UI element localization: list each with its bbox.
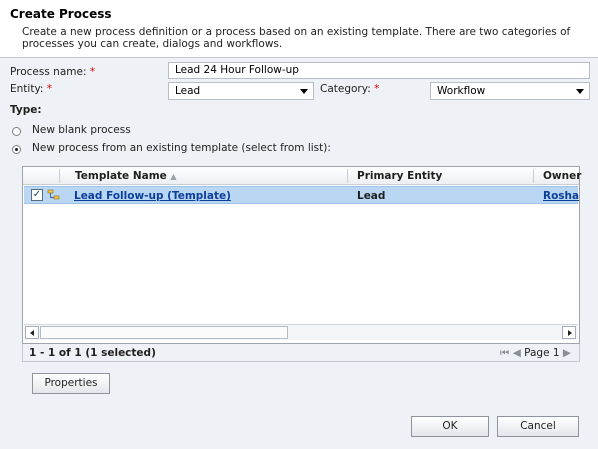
chevron-down-icon xyxy=(300,89,308,94)
entity-label: Entity: * xyxy=(10,83,53,95)
template-name-link[interactable]: Lead Follow-up (Template) xyxy=(74,190,231,202)
next-page-icon[interactable]: ▶ xyxy=(563,347,571,359)
selection-count: 1 - 1 of 1 (1 selected) xyxy=(29,347,156,359)
scroll-left-button[interactable] xyxy=(25,326,39,339)
type-label: Type: xyxy=(10,104,42,116)
column-header-template-name[interactable]: Template Name ▲ xyxy=(75,170,177,182)
dialog-header: Create Process Create a new process defi… xyxy=(0,0,598,58)
grid-header: Template Name ▲ Primary Entity Owner xyxy=(23,167,581,185)
arrow-right-icon xyxy=(568,330,572,336)
required-marker: * xyxy=(46,83,53,95)
primary-entity-cell: Lead xyxy=(357,190,386,202)
previous-page-icon[interactable]: ◀ xyxy=(513,347,521,359)
dialog-title: Create Process xyxy=(10,7,112,21)
page-label: Page 1 xyxy=(524,347,560,359)
radio-new-blank-process[interactable] xyxy=(12,127,21,136)
horizontal-scrollbar[interactable] xyxy=(24,324,578,340)
radio-new-from-template-label[interactable]: New process from an existing template (s… xyxy=(32,142,331,154)
row-checkbox[interactable]: ✓ xyxy=(31,189,43,201)
process-name-input[interactable]: Lead 24 Hour Follow-up xyxy=(168,62,590,79)
required-marker: * xyxy=(89,66,96,78)
radio-new-blank-process-label[interactable]: New blank process xyxy=(32,124,131,136)
ok-button[interactable]: OK xyxy=(411,416,489,437)
sort-ascending-icon: ▲ xyxy=(170,172,177,181)
radio-new-from-template[interactable] xyxy=(12,145,21,154)
entity-select[interactable]: Lead xyxy=(168,82,314,100)
column-header-primary-entity[interactable]: Primary Entity xyxy=(357,170,442,182)
table-row[interactable]: ✓ Lead Follow-up (Template) Lead Rosha xyxy=(24,186,579,204)
scrollbar-thumb[interactable] xyxy=(40,326,288,339)
process-template-icon xyxy=(47,189,60,200)
properties-button[interactable]: Properties xyxy=(32,373,110,394)
column-header-owner[interactable]: Owner xyxy=(543,170,581,182)
process-name-value: Lead 24 Hour Follow-up xyxy=(175,64,299,76)
chevron-down-icon xyxy=(576,89,584,94)
pager: ⏮ ◀ Page 1 ▶ xyxy=(500,347,571,360)
column-separator xyxy=(59,169,60,183)
owner-link[interactable]: Rosha xyxy=(543,190,579,202)
entity-value: Lead xyxy=(175,85,201,97)
column-separator xyxy=(347,169,348,183)
category-label: Category: * xyxy=(320,83,380,95)
required-marker: * xyxy=(374,83,380,95)
dialog-description: Create a new process definition or a pro… xyxy=(22,26,571,50)
arrow-left-icon xyxy=(30,330,34,336)
scroll-right-button[interactable] xyxy=(562,326,576,339)
category-value: Workflow xyxy=(437,85,486,97)
category-select[interactable]: Workflow xyxy=(430,82,590,100)
process-name-label: Process name: * xyxy=(10,66,96,78)
first-page-icon[interactable]: ⏮ xyxy=(500,347,509,359)
grid-status-bar: 1 - 1 of 1 (1 selected) ⏮ ◀ Page 1 ▶ xyxy=(22,344,580,362)
column-separator xyxy=(533,169,534,183)
cancel-button[interactable]: Cancel xyxy=(497,416,579,437)
template-grid: Template Name ▲ Primary Entity Owner ✓ L… xyxy=(22,166,581,344)
